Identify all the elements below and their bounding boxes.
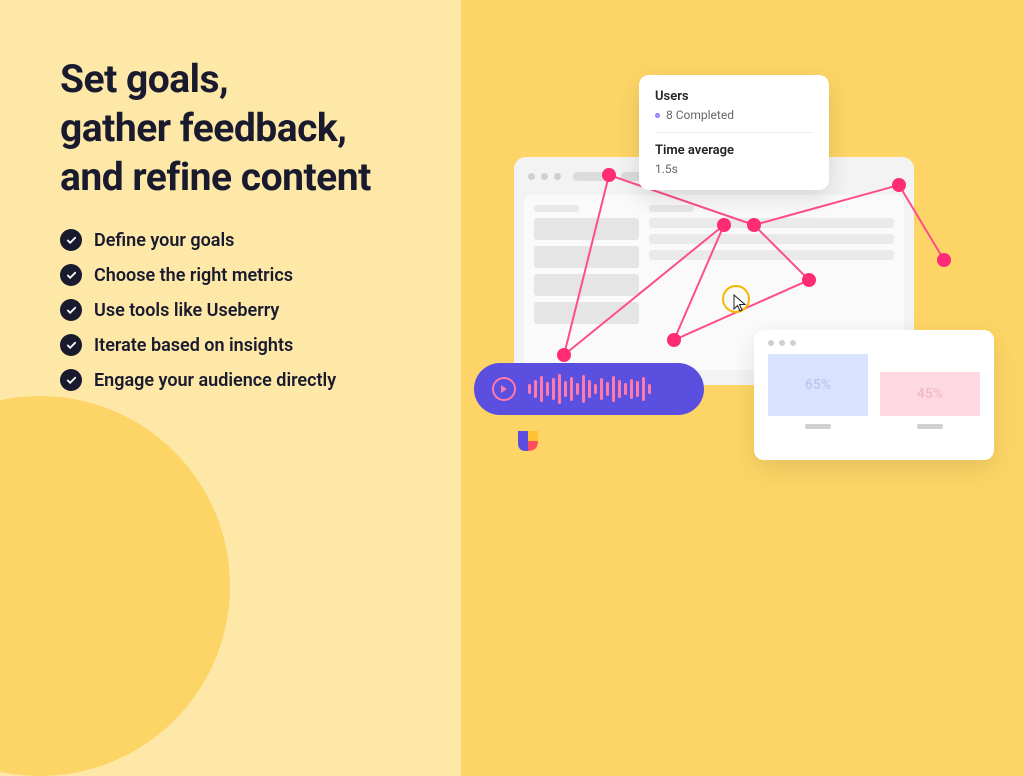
check-icon <box>60 229 82 251</box>
time-value-text: 1.5s <box>655 162 678 176</box>
headline-line: gather feedback, <box>60 105 346 151</box>
bullet-item: Use tools like Useberry <box>60 299 371 321</box>
window-dot-icon <box>790 340 796 346</box>
headline-section: Set goals, gather feedback, and refine c… <box>60 55 371 404</box>
chart-header <box>768 340 980 346</box>
stats-tooltip: Users 8 Completed Time average 1.5s <box>639 75 829 190</box>
headline: Set goals, gather feedback, and refine c… <box>60 55 371 201</box>
background-circle <box>0 396 230 776</box>
cursor-arrow-icon <box>733 294 747 312</box>
placeholder-row <box>649 250 894 260</box>
bullet-list: Define your goals Choose the right metri… <box>60 229 371 391</box>
window-dot-icon <box>541 173 548 180</box>
illustration-panel: Users 8 Completed Time average 1.5s <box>474 75 994 515</box>
bar-secondary: 45% <box>880 372 980 416</box>
tab-placeholder <box>573 172 609 181</box>
bullet-text: Choose the right metrics <box>94 265 293 286</box>
placeholder-block <box>534 218 639 240</box>
bar-label-placeholder <box>805 424 831 429</box>
check-icon <box>60 369 82 391</box>
placeholder-block <box>534 302 639 324</box>
window-dot-icon <box>528 173 535 180</box>
check-icon <box>60 334 82 356</box>
check-icon <box>60 299 82 321</box>
bar-value: 45% <box>917 386 943 402</box>
placeholder-bar <box>534 205 579 212</box>
bullet-item: Define your goals <box>60 229 371 251</box>
placeholder-block <box>534 274 639 296</box>
time-value: 1.5s <box>655 162 813 176</box>
users-value-text: 8 Completed <box>666 108 734 122</box>
users-value: 8 Completed <box>655 108 813 122</box>
placeholder-row <box>649 234 894 244</box>
bar-column: 45% <box>880 372 980 429</box>
placeholder-block <box>534 246 639 268</box>
brand-logo-icon <box>514 427 542 455</box>
divider <box>655 132 813 133</box>
bullet-text: Engage your audience directly <box>94 370 336 391</box>
window-dot-icon <box>554 173 561 180</box>
bars-area: 65% 45% <box>768 354 980 429</box>
check-icon <box>60 264 82 286</box>
placeholder-bar <box>649 205 694 212</box>
comparison-chart: 65% 45% <box>754 330 994 460</box>
bullet-text: Iterate based on insights <box>94 335 293 356</box>
window-dot-icon <box>779 340 785 346</box>
headline-line: Set goals, <box>60 56 228 102</box>
time-label: Time average <box>655 143 813 158</box>
bar-column: 65% <box>768 354 868 429</box>
headline-line: and refine content <box>60 154 371 200</box>
bullet-item: Engage your audience directly <box>60 369 371 391</box>
bullet-item: Choose the right metrics <box>60 264 371 286</box>
bullet-item: Iterate based on insights <box>60 334 371 356</box>
bullet-text: Define your goals <box>94 230 234 251</box>
window-dot-icon <box>768 340 774 346</box>
status-dot-icon <box>655 113 660 118</box>
users-label: Users <box>655 89 813 104</box>
bullet-text: Use tools like Useberry <box>94 300 279 321</box>
bar-label-placeholder <box>917 424 943 429</box>
play-icon <box>499 384 509 394</box>
wireframe-sidebar <box>534 205 639 360</box>
bar-primary: 65% <box>768 354 868 416</box>
bar-value: 65% <box>805 377 831 393</box>
audio-player[interactable] <box>474 363 704 415</box>
play-button[interactable] <box>492 377 516 401</box>
waveform-icon <box>528 374 651 404</box>
placeholder-row <box>649 218 894 228</box>
